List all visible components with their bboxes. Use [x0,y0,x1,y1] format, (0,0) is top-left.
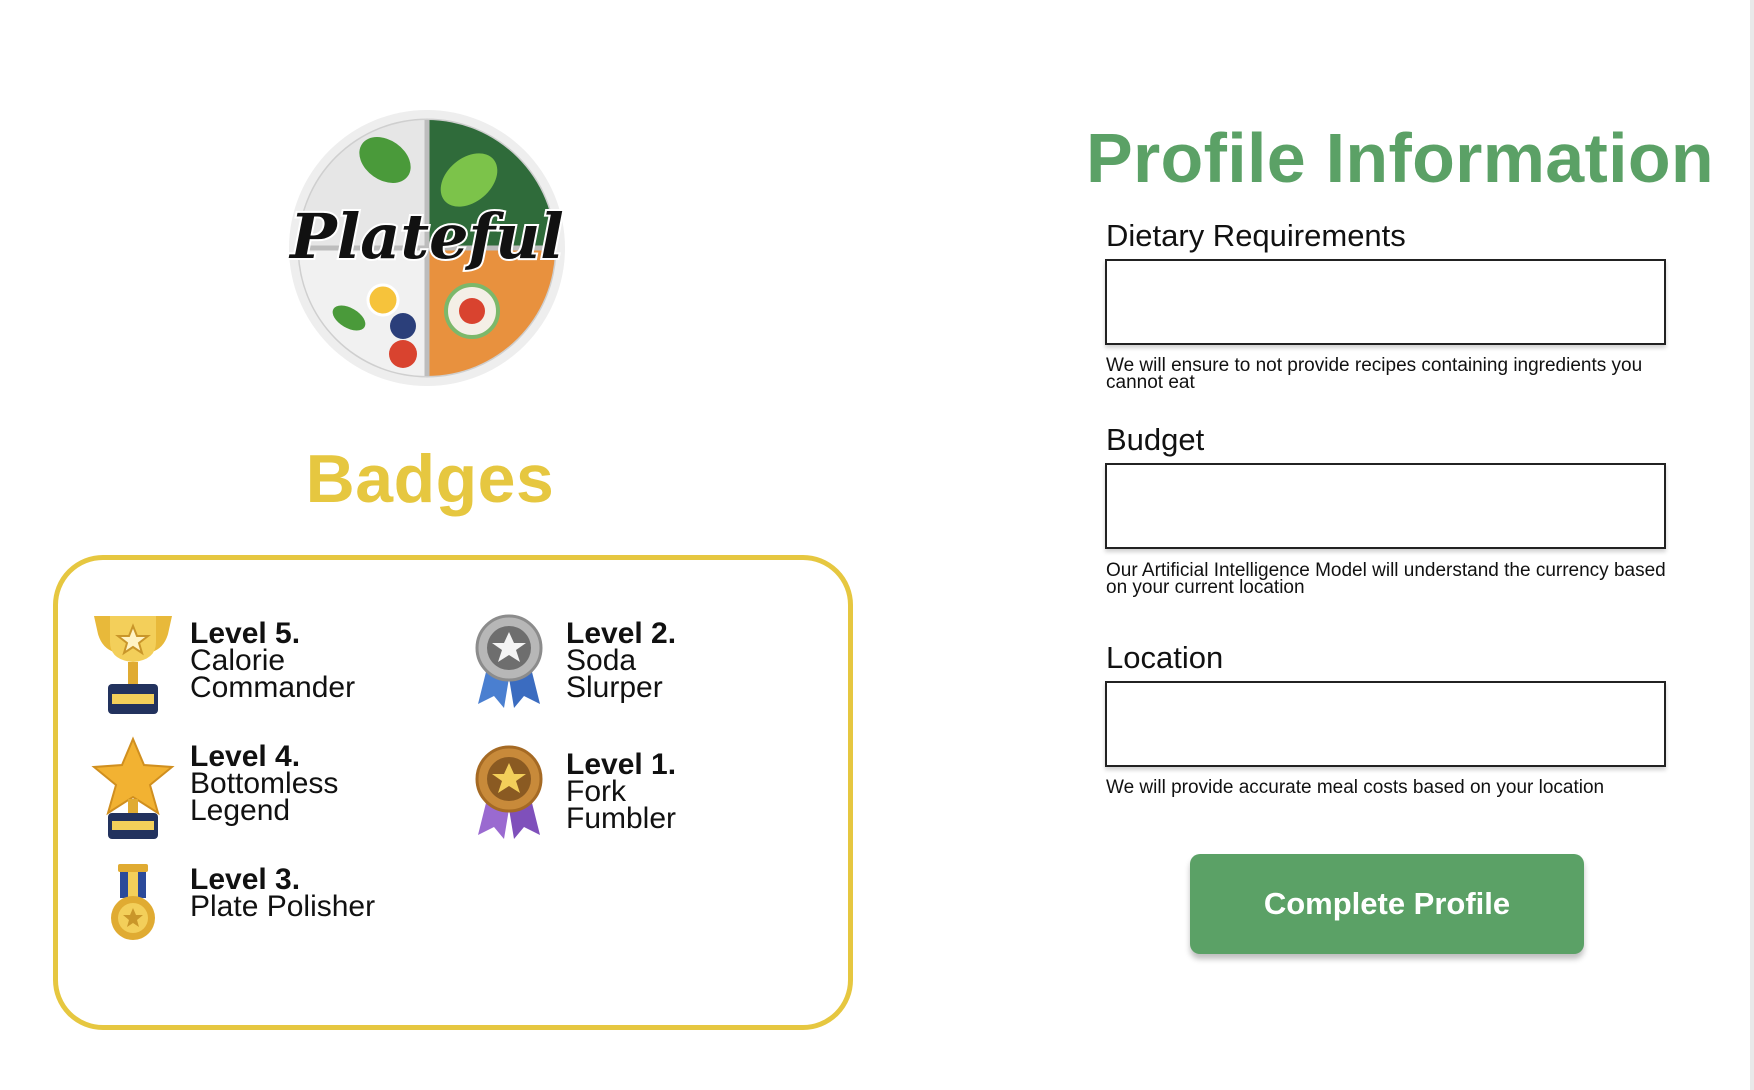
gold-trophy-icon [94,616,172,714]
bronze-medal-icon [475,745,543,839]
badge-name: Calorie Commander [190,644,356,704]
plateful-logo: Plateful [287,110,566,386]
badge-level: Level 5. [190,617,301,650]
page-title: Profile Information [1086,119,1714,197]
badge-name: Soda Slurper [566,644,663,704]
location-input[interactable] [1105,681,1666,767]
badge-level-3: Level 3. Plate Polisher [88,858,375,968]
badge-level: Level 3. [190,863,301,896]
silver-medal-icon [475,614,543,708]
badge-name: Bottomless Legend [190,767,339,827]
dietary-requirements-input[interactable] [1105,259,1666,345]
badge-level-5: Level 5. Calorie Commander [88,612,355,722]
location-help: We will provide accurate meal costs base… [1106,777,1605,798]
badge-level-2: Level 2. Soda Slurper [464,612,676,722]
badge-name: Plate Polisher [190,890,376,923]
badge-name: Fork Fumbler [566,775,677,835]
location-label: Location [1106,640,1224,675]
badge-level-4: Level 4. Bottomless Legend [88,735,338,845]
badge-level: Level 1. [566,748,677,781]
complete-profile-button[interactable]: Complete Profile [1190,854,1584,954]
blue-ribbon-medal-icon [111,864,155,940]
budget-help: Our Artificial Intelligence Model will u… [1106,560,1666,598]
dietary-requirements-label: Dietary Requirements [1106,218,1406,253]
window-edge [1750,0,1754,1090]
badge-level: Level 4. [190,740,301,773]
dietary-requirements-help: We will ensure to not provide recipes co… [1106,355,1643,393]
badges-title: Badges [305,441,555,517]
badge-level: Level 2. [566,617,677,650]
svg-text:Plateful: Plateful [288,200,564,273]
star-trophy-icon [91,736,175,839]
budget-label: Budget [1106,422,1205,457]
budget-input[interactable] [1105,463,1666,549]
badge-level-1: Level 1. Fork Fumbler [464,743,676,853]
